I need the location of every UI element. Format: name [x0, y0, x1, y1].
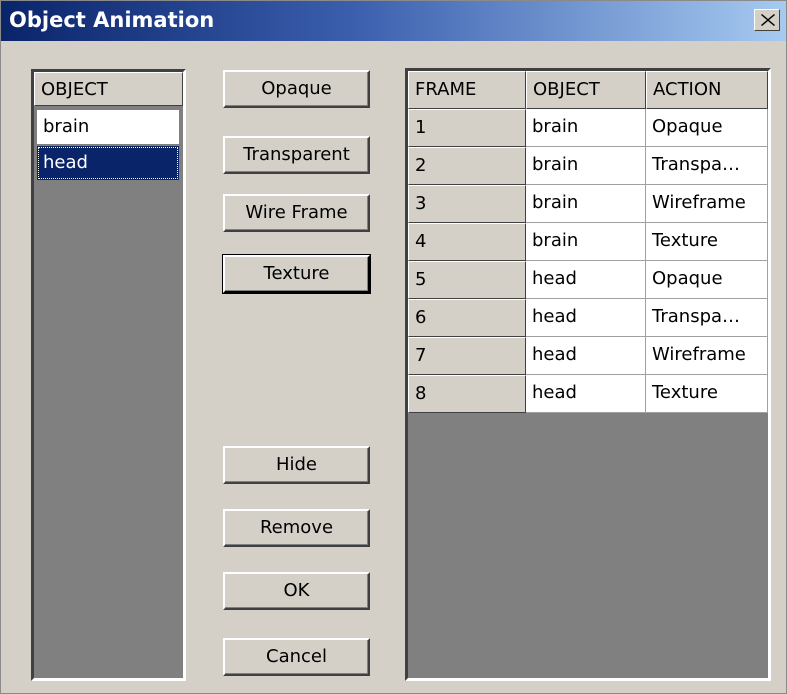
action-cell[interactable]: Opaque	[646, 261, 768, 299]
frame-number-cell[interactable]: 8	[408, 375, 526, 413]
object-list-item[interactable]: brain	[37, 110, 179, 144]
texture-button[interactable]: Texture	[222, 254, 371, 294]
action-cell[interactable]: Opaque	[646, 109, 768, 147]
ok-button[interactable]: OK	[223, 572, 370, 610]
frame-number-cell[interactable]: 2	[408, 147, 526, 185]
object-cell[interactable]: head	[526, 261, 646, 299]
object-cell[interactable]: brain	[526, 223, 646, 261]
object-cell[interactable]: brain	[526, 185, 646, 223]
frame-number-cell[interactable]: 6	[408, 299, 526, 337]
object-cell[interactable]: head	[526, 299, 646, 337]
object-list-header[interactable]: OBJECT	[34, 72, 183, 106]
frame-table[interactable]: FRAME OBJECT ACTION 1 brain Opaque 2 brain Tran…	[405, 68, 771, 681]
object-cell[interactable]: brain	[526, 109, 646, 147]
action-cell[interactable]: Texture	[646, 375, 768, 413]
transparent-button[interactable]: Transparent	[223, 136, 370, 174]
object-listbox[interactable]: OBJECT brain head	[31, 69, 186, 681]
title-bar[interactable]: Object Animation	[1, 1, 786, 41]
action-cell[interactable]: Transpa…	[646, 299, 768, 337]
object-cell[interactable]: brain	[526, 147, 646, 185]
action-cell[interactable]: Texture	[646, 223, 768, 261]
hide-button[interactable]: Hide	[223, 446, 370, 484]
frame-number-cell[interactable]: 3	[408, 185, 526, 223]
window-title: Object Animation	[9, 8, 215, 32]
opaque-button[interactable]: Opaque	[223, 70, 370, 108]
cancel-button[interactable]: Cancel	[223, 638, 370, 676]
action-cell[interactable]: Wireframe	[646, 185, 768, 223]
frame-number-cell[interactable]: 5	[408, 261, 526, 299]
action-cell[interactable]: Transpa…	[646, 147, 768, 185]
object-list-item[interactable]: head	[37, 146, 179, 180]
frame-number-cell[interactable]: 1	[408, 109, 526, 147]
close-icon	[761, 14, 775, 26]
column-header-action[interactable]: ACTION	[646, 71, 768, 109]
remove-button[interactable]: Remove	[223, 509, 370, 547]
column-header-object[interactable]: OBJECT	[526, 71, 646, 109]
frame-number-cell[interactable]: 7	[408, 337, 526, 375]
action-cell[interactable]: Wireframe	[646, 337, 768, 375]
object-animation-dialog: Object Animation OBJECT brain head Opaque…	[0, 0, 787, 694]
wire-frame-button[interactable]: Wire Frame	[223, 194, 370, 232]
object-cell[interactable]: head	[526, 337, 646, 375]
frame-number-cell[interactable]: 4	[408, 223, 526, 261]
close-button[interactable]	[754, 9, 780, 31]
column-header-frame[interactable]: FRAME	[408, 71, 526, 109]
object-cell[interactable]: head	[526, 375, 646, 413]
